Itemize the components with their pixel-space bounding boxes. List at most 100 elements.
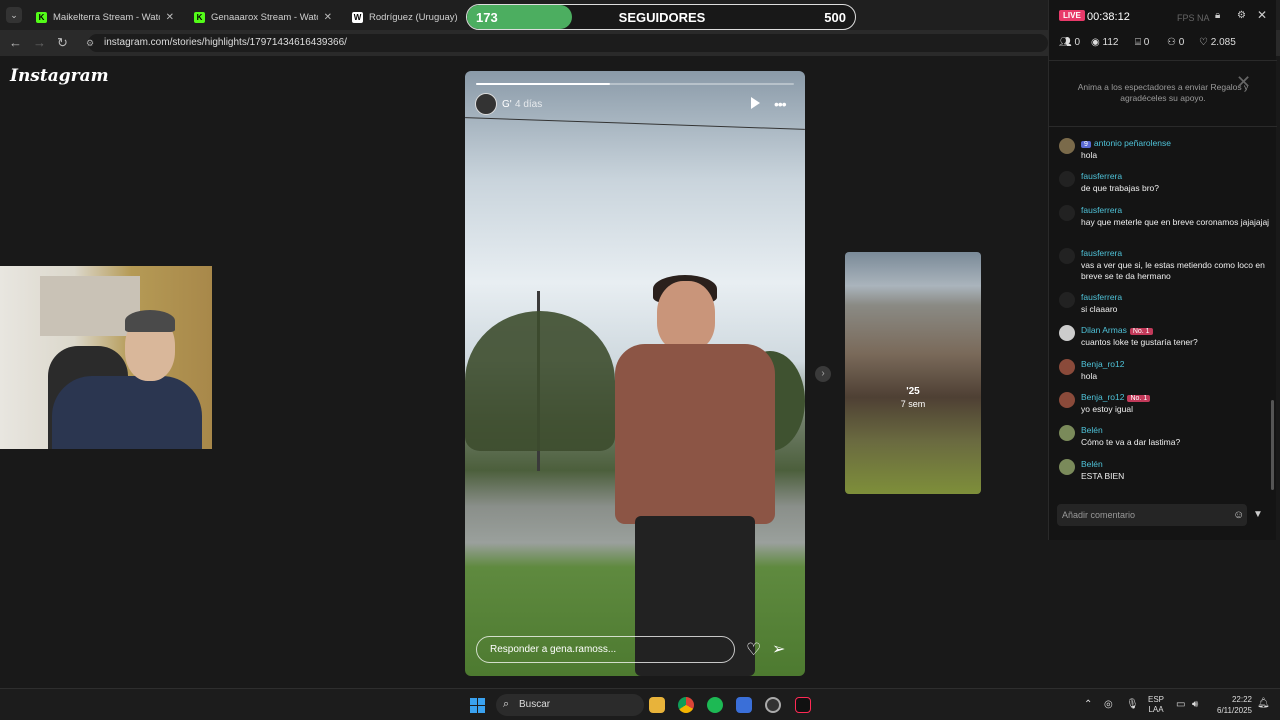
lock-icon[interactable]: 🔒︎ (1215, 10, 1220, 21)
chrome-icon[interactable] (678, 697, 694, 713)
avatar[interactable] (1059, 171, 1075, 187)
send-icon[interactable]: ➢ (772, 639, 785, 659)
avatar[interactable] (1059, 248, 1075, 264)
language-code: ESP (1148, 695, 1165, 704)
tab-maikelterra[interactable]: K Maikelterra Stream - Watch Live ✕ (28, 4, 182, 30)
tab-label: Genaaarox Stream - Watch Live (211, 11, 318, 23)
people-icon: 👥︎ (1059, 37, 1072, 48)
person-shirt (615, 344, 775, 524)
tab-label: Rodríguez (Uruguay) - Wikipe (369, 11, 460, 23)
spotify-icon[interactable] (707, 697, 723, 713)
chat-message-text: si claaaro (1081, 304, 1118, 314)
gear-icon[interactable]: ⚙ (1237, 10, 1246, 21)
language-indicator[interactable]: ESP LAA (1148, 695, 1164, 715)
obs-icon[interactable] (765, 697, 781, 713)
follower-goal-label: SEGUIDORES (618, 10, 706, 25)
avatar[interactable] (1059, 459, 1075, 475)
gift-icon: ⌸ (1135, 37, 1141, 48)
network-icon[interactable]: ◎ (1104, 699, 1113, 710)
divider (1049, 60, 1277, 61)
wikipedia-icon: W (352, 11, 363, 23)
stat-viewers: ◉ 112 (1091, 37, 1118, 48)
tree (465, 311, 615, 451)
chat-username-text: Dilan Armas (1081, 325, 1127, 335)
chat-message-text: cuantos loke te gustaría tener? (1081, 337, 1198, 347)
webcam-overlay (0, 266, 212, 449)
back-icon[interactable]: ← (9, 35, 22, 50)
url-field[interactable]: ⚙ instagram.com/stories/highlights/17971… (86, 34, 1048, 52)
microphone-icon[interactable]: 🎙︎ (1126, 699, 1139, 710)
chat-username[interactable]: Belén (1081, 425, 1103, 435)
chat-username[interactable]: Dilan Armas No. 1 (1081, 325, 1156, 335)
chat-username[interactable]: fausferrera (1081, 248, 1122, 258)
chat-username[interactable]: Benja_ro12 No. 1 (1081, 392, 1153, 402)
next-story-arrow-icon[interactable]: › (815, 366, 831, 382)
chat-message-text: vas a ver que si, le estas metiendo como… (1081, 260, 1265, 281)
clock-time: 22:22 (1231, 695, 1252, 704)
close-icon[interactable]: ✕ (1236, 72, 1251, 93)
stat-shares: ⚇ 0 (1167, 37, 1184, 48)
avatar[interactable] (1059, 138, 1075, 154)
reload-icon[interactable]: ↻ (57, 35, 68, 51)
avatar[interactable] (1059, 205, 1075, 221)
instagram-logo[interactable]: Instagram (10, 66, 109, 86)
stat-shares-value: 0 (1178, 37, 1185, 48)
tab-label: Maikelterra Stream - Watch Live (53, 11, 160, 23)
chevron-up-icon[interactable]: ⌃ (1084, 699, 1092, 710)
story-username[interactable]: G' (502, 99, 512, 110)
fps-label: FPS NA (1177, 13, 1210, 23)
close-icon[interactable]: ✕ (1257, 8, 1267, 22)
clock[interactable]: 22:22 6/11/2025 (1210, 694, 1252, 716)
comment-input[interactable]: Añadir comentario (1057, 504, 1247, 526)
divider (1049, 126, 1277, 127)
heart-icon[interactable]: ♡ (746, 640, 761, 660)
tiktok-icon[interactable] (795, 697, 811, 713)
app-icon[interactable] (736, 697, 752, 713)
story-reply-input[interactable]: Responder a gena.ramoss... (476, 636, 735, 663)
forward-icon[interactable]: → (33, 35, 46, 50)
notification-icon[interactable]: 🔔︎ (1257, 698, 1270, 709)
filter-icon[interactable]: ▼ (1253, 509, 1263, 520)
site-info-icon[interactable]: ⚙ (86, 34, 94, 52)
avatar[interactable] (1059, 325, 1075, 341)
stat-likes: ♡ 2.085 (1199, 37, 1236, 48)
live-badge: LIVE (1059, 10, 1085, 21)
play-icon[interactable] (751, 97, 760, 109)
tab-wikipedia[interactable]: W Rodríguez (Uruguay) - Wikipe (344, 4, 468, 30)
next-story-preview[interactable]: '25 7 sem (845, 252, 981, 494)
live-stream-panel: LIVE 00:38:12 FPS NA 🔒︎ ⚙ ✕ 👥︎ 0 ◉ 112 ⌸… (1048, 0, 1277, 540)
chat-username[interactable]: Belén (1081, 459, 1103, 469)
avatar[interactable] (1059, 392, 1075, 408)
kick-icon: K (194, 11, 205, 23)
taskbar-search[interactable]: Buscar (496, 694, 644, 716)
avatar[interactable] (1059, 359, 1075, 375)
chat-message-text: hola (1081, 371, 1098, 381)
close-icon[interactable]: ✕ (324, 12, 332, 23)
volume-icon[interactable]: 🔊︎ (1192, 699, 1198, 710)
chat-username[interactable]: fausferrera (1081, 292, 1122, 302)
story-viewer[interactable]: G' 4 días ••• Responder a gena.ramoss...… (465, 71, 805, 676)
stat-likes-value: 2.085 (1210, 37, 1236, 48)
chat-message-text: hay que meterle que en breve coronamos j… (1081, 217, 1270, 227)
more-options-icon[interactable]: ••• (774, 96, 787, 112)
tab-genaaarox[interactable]: K Genaaarox Stream - Watch Live ✕ (186, 4, 340, 30)
chat-username[interactable]: fausferrera (1081, 171, 1122, 181)
stat-viewers-value: 112 (1102, 37, 1119, 48)
webcam-person-body (52, 376, 202, 449)
display-icon[interactable]: ▭ (1176, 699, 1185, 710)
chat-username-text: antonio peñarolense (1093, 138, 1171, 148)
chat-username[interactable]: Benja_ro12 (1081, 359, 1124, 369)
emoji-icon[interactable]: ☺ (1233, 509, 1244, 521)
avatar[interactable] (1059, 292, 1075, 308)
layout-code: LAA (1148, 705, 1164, 714)
avatar[interactable] (1059, 425, 1075, 441)
chat-username[interactable]: fausferrera (1081, 205, 1122, 215)
chat-scrollbar[interactable] (1271, 400, 1274, 490)
file-explorer-icon[interactable] (649, 697, 665, 713)
close-icon[interactable]: ✕ (166, 12, 174, 23)
chat-username[interactable]: 9 antonio peñarolense (1081, 138, 1171, 148)
windows-start-icon[interactable] (470, 698, 485, 713)
tab-search-dropdown[interactable]: ⌄ (6, 7, 22, 23)
user-badge: No. 1 (1129, 328, 1153, 335)
story-avatar[interactable] (475, 93, 497, 115)
